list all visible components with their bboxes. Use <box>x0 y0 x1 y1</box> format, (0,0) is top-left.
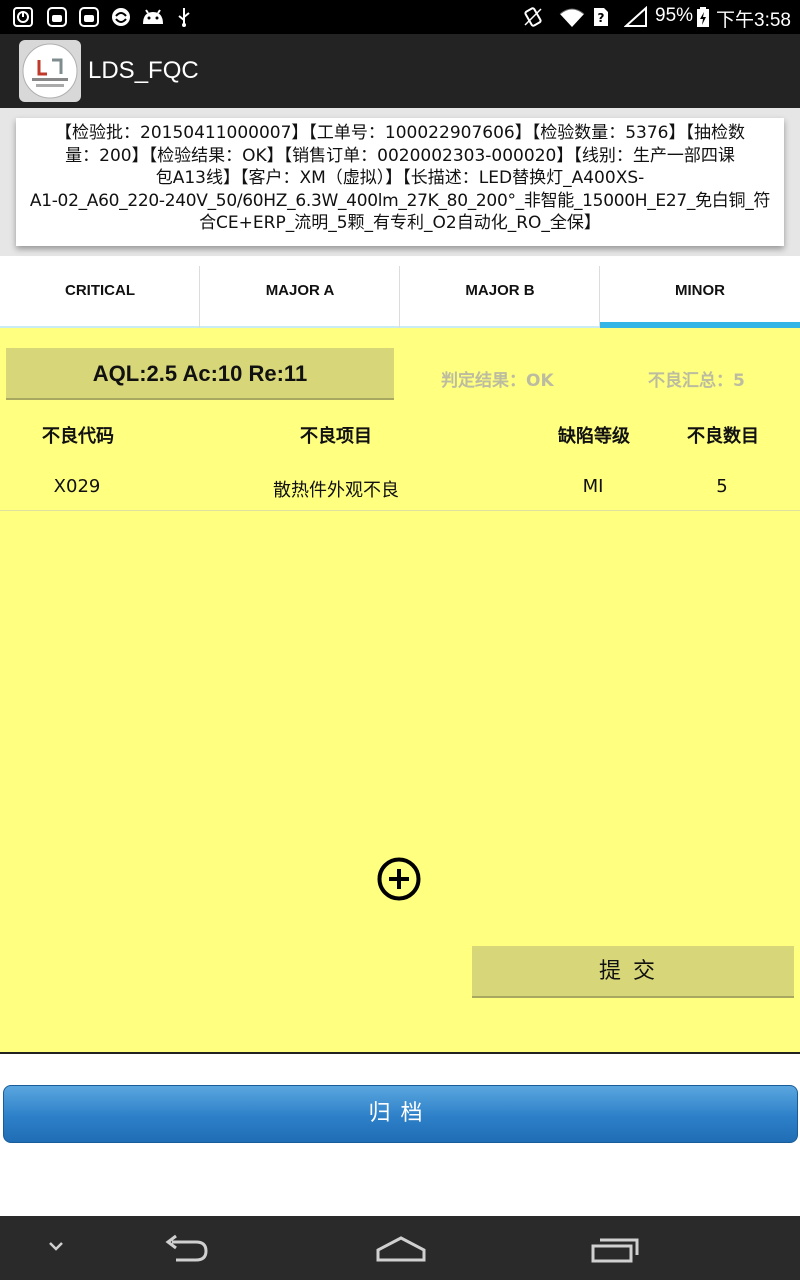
android-notify-icon <box>47 7 67 27</box>
tab-label: CRITICAL <box>65 282 135 299</box>
action-bar: LDS_FQC <box>0 34 800 108</box>
usb-icon <box>178 8 190 27</box>
column-header-level: 缺陷等级 <box>558 426 630 447</box>
info-line: 包A13线】【客户：XM（虚拟）】【长描述：LED替换灯_A400XS- <box>155 168 645 188</box>
info-panel: 【检验批：20150411000007】【工单号：100022907606】【检… <box>0 108 800 256</box>
tab-major-b[interactable]: MAJOR B <box>400 260 600 328</box>
tab-label: MAJOR B <box>465 282 535 299</box>
back-icon[interactable] <box>162 1234 210 1264</box>
svg-text:?: ? <box>598 11 605 25</box>
info-line: A1-02_A60_220-240V_50/60HZ_6.3W_400lm_27… <box>29 190 771 211</box>
defect-total: 不良汇总：5 <box>648 371 745 391</box>
tab-label: MINOR <box>675 282 725 299</box>
info-line: 合CE+ERP_流明_5颗_有专利_O2自动化_RO_全保】 <box>199 213 601 233</box>
cell-code: X029 <box>53 476 101 497</box>
cell-count: 5 <box>716 476 728 497</box>
tab-major-a[interactable]: MAJOR A <box>200 260 400 328</box>
leedarson-logo-icon <box>22 43 78 99</box>
battery-charging-icon <box>697 7 709 27</box>
vibrate-icon <box>524 7 542 27</box>
judge-result: 判定结果：OK <box>441 371 554 391</box>
status-bar: ? 95% 下午3:58 <box>0 0 800 34</box>
battery-percent: 95% <box>655 5 694 26</box>
row-divider <box>0 510 800 511</box>
clock: 下午3:58 <box>716 10 791 31</box>
submit-button[interactable]: 提交 <box>472 946 794 998</box>
no-sim-icon: ? <box>594 8 608 26</box>
add-circle-icon[interactable] <box>377 857 421 901</box>
archive-button[interactable]: 归档 <box>3 1085 798 1143</box>
column-header-item: 不良项目 <box>300 426 372 447</box>
signal-icon <box>624 6 647 27</box>
app-title: LDS_FQC <box>88 57 199 84</box>
tab-bar: CRITICAL MAJOR A MAJOR B MINOR <box>0 260 800 328</box>
hide-keyboard-icon[interactable] <box>46 1240 66 1254</box>
app-logo <box>19 40 81 102</box>
navigation-bar <box>0 1216 800 1280</box>
tab-minor[interactable]: MINOR <box>600 260 800 328</box>
cell-item: 散热件外观不良 <box>273 480 399 501</box>
info-line: 【检验批：20150411000007】【工单号：100022907606】【检… <box>55 123 745 143</box>
sync-icon <box>112 8 130 26</box>
aql-button[interactable]: AQL:2.5 Ac:10 Re:11 <box>6 348 394 400</box>
android-robot-icon <box>143 9 163 24</box>
tab-critical[interactable]: CRITICAL <box>0 260 200 328</box>
cell-level: MI <box>582 476 604 497</box>
column-header-count: 不良数目 <box>687 426 759 447</box>
screen: ? 95% 下午3:58 LDS_FQC 【检验批：20150411000007… <box>0 0 800 1280</box>
android-notify-icon <box>79 7 99 27</box>
wifi-icon <box>559 8 585 27</box>
info-line: 量：200】【检验结果：OK】【销售订单：0020002303-000020】【… <box>65 145 735 166</box>
alarm-icon <box>13 7 33 27</box>
inspection-info-text: 【检验批：20150411000007】【工单号：100022907606】【检… <box>0 122 800 235</box>
minor-defects-panel: AQL:2.5 Ac:10 Re:11 判定结果：OK 不良汇总：5 不良代码 … <box>0 328 800 1054</box>
recent-apps-icon[interactable] <box>590 1236 640 1264</box>
column-header-code: 不良代码 <box>42 426 114 447</box>
home-icon[interactable] <box>374 1234 428 1264</box>
tab-label: MAJOR A <box>265 282 335 299</box>
